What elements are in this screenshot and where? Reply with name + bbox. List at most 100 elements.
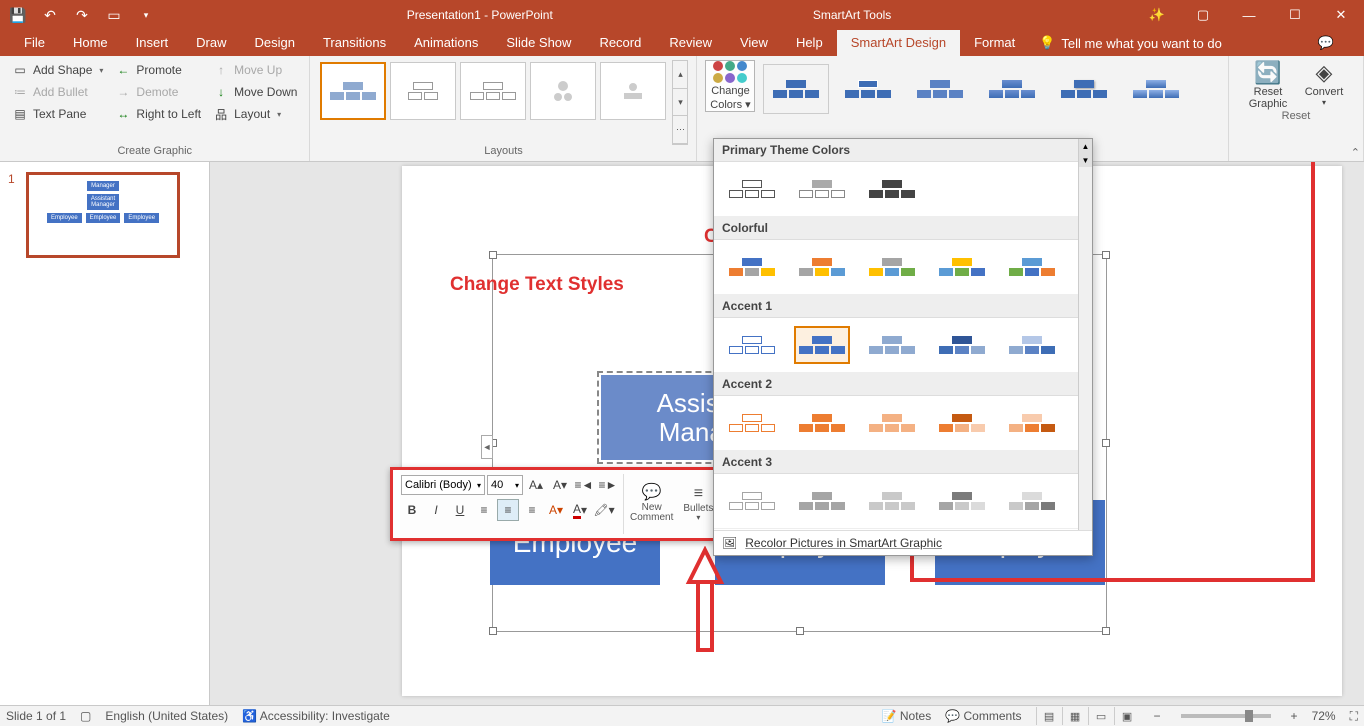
redo-icon[interactable]: ↷ bbox=[68, 3, 96, 27]
scroll-up-icon[interactable]: ▲ bbox=[1079, 139, 1092, 153]
change-colors-button[interactable]: Change Colors ▾ bbox=[705, 60, 755, 112]
tab-help[interactable]: Help bbox=[782, 30, 837, 56]
reading-view-icon[interactable]: ▭ bbox=[1088, 707, 1114, 725]
style-option-2[interactable] bbox=[835, 64, 901, 114]
color-option-accent1-3[interactable] bbox=[864, 326, 920, 364]
color-option-accent3-1[interactable] bbox=[724, 482, 780, 520]
undo-icon[interactable]: ↶ bbox=[36, 3, 64, 27]
color-option-accent2-5[interactable] bbox=[1004, 404, 1060, 442]
bold-button[interactable]: B bbox=[401, 499, 423, 521]
comments-pane-icon[interactable]: 💬 bbox=[1318, 35, 1334, 51]
layout-option-1[interactable] bbox=[320, 62, 386, 120]
color-option-primary-3[interactable] bbox=[864, 170, 920, 208]
promote-button[interactable]: ←Promote bbox=[111, 60, 205, 80]
tab-slideshow[interactable]: Slide Show bbox=[492, 30, 585, 56]
comments-button[interactable]: 💬 Comments bbox=[945, 709, 1021, 723]
layout-option-5[interactable] bbox=[600, 62, 666, 120]
resize-handle[interactable] bbox=[489, 251, 497, 259]
add-shape-button[interactable]: ▭Add Shape bbox=[8, 60, 107, 80]
magic-icon[interactable]: ✨ bbox=[1134, 0, 1180, 30]
ribbon-display-icon[interactable]: ▢ bbox=[1180, 0, 1226, 30]
slideshow-view-icon[interactable]: ▣ bbox=[1114, 707, 1140, 725]
text-pane-toggle-icon[interactable]: ◄ bbox=[481, 435, 493, 459]
tab-view[interactable]: View bbox=[726, 30, 782, 56]
color-option-accent2-1[interactable] bbox=[724, 404, 780, 442]
resize-handle[interactable] bbox=[1102, 439, 1110, 447]
zoom-in-icon[interactable]: + bbox=[1291, 709, 1298, 723]
color-option-accent1-2[interactable] bbox=[794, 326, 850, 364]
new-comment-button[interactable]: 💬New Comment bbox=[626, 474, 677, 534]
color-option-accent3-2[interactable] bbox=[794, 482, 850, 520]
scroll-down-icon[interactable]: ▼ bbox=[1079, 153, 1092, 167]
save-icon[interactable]: 💾 bbox=[4, 3, 32, 27]
underline-button[interactable]: U bbox=[449, 499, 471, 521]
layouts-gallery[interactable] bbox=[318, 60, 668, 145]
resize-handle[interactable] bbox=[1102, 251, 1110, 259]
color-option-accent3-4[interactable] bbox=[934, 482, 990, 520]
zoom-slider[interactable] bbox=[1181, 714, 1271, 718]
text-pane-button[interactable]: ▤Text Pane bbox=[8, 104, 107, 124]
start-from-beginning-icon[interactable]: ▭ bbox=[100, 3, 128, 27]
resize-handle[interactable] bbox=[489, 627, 497, 635]
accessibility-status[interactable]: ♿ Accessibility: Investigate bbox=[242, 709, 390, 723]
layouts-scrollbar[interactable]: ▴▾⋯ bbox=[672, 60, 688, 145]
color-option-primary-1[interactable] bbox=[724, 170, 780, 208]
move-down-button[interactable]: ↓Move Down bbox=[209, 82, 301, 102]
layout-button[interactable]: 品Layout bbox=[209, 104, 301, 124]
increase-font-icon[interactable]: A▴ bbox=[525, 474, 547, 496]
decrease-font-icon[interactable]: A▾ bbox=[549, 474, 571, 496]
qat-dropdown-icon[interactable]: ▾ bbox=[132, 3, 160, 27]
color-option-accent2-3[interactable] bbox=[864, 404, 920, 442]
maximize-button[interactable]: ☐ bbox=[1272, 0, 1318, 30]
tell-me-search[interactable]: 💡 Tell me what you want to do 💬 bbox=[1029, 30, 1364, 56]
color-option-accent1-1[interactable] bbox=[724, 326, 780, 364]
tab-home[interactable]: Home bbox=[59, 30, 122, 56]
color-option-colorful-4[interactable] bbox=[934, 248, 990, 286]
color-option-colorful-2[interactable] bbox=[794, 248, 850, 286]
tab-draw[interactable]: Draw bbox=[182, 30, 240, 56]
tab-format[interactable]: Format bbox=[960, 30, 1029, 56]
color-option-primary-2[interactable] bbox=[794, 170, 850, 208]
tab-transitions[interactable]: Transitions bbox=[309, 30, 400, 56]
tab-file[interactable]: File bbox=[10, 30, 59, 56]
tab-insert[interactable]: Insert bbox=[122, 30, 183, 56]
color-option-accent2-4[interactable] bbox=[934, 404, 990, 442]
color-option-colorful-3[interactable] bbox=[864, 248, 920, 286]
tab-animations[interactable]: Animations bbox=[400, 30, 492, 56]
increase-indent-icon[interactable]: ≡► bbox=[597, 474, 619, 496]
style-option-4[interactable] bbox=[979, 64, 1045, 114]
slide-counter[interactable]: Slide 1 of 1 bbox=[6, 709, 66, 723]
slide-thumbnail-panel[interactable]: 1 Manager Assistant Manager Employee Emp… bbox=[0, 162, 210, 705]
minimize-button[interactable]: — bbox=[1226, 0, 1272, 30]
notes-button[interactable]: 📝 Notes bbox=[882, 709, 932, 723]
resize-handle[interactable] bbox=[796, 627, 804, 635]
gallery-scrollbar[interactable]: ▲ ▼ bbox=[1078, 139, 1092, 531]
close-button[interactable]: ✕ bbox=[1318, 0, 1364, 30]
reset-graphic-button[interactable]: 🔄Reset Graphic bbox=[1243, 60, 1293, 110]
style-option-1[interactable] bbox=[763, 64, 829, 114]
italic-button[interactable]: I bbox=[425, 499, 447, 521]
recolor-pictures-button[interactable]: 🖼 Recolor Pictures in SmartArt Graphic bbox=[714, 530, 1092, 555]
font-color-icon[interactable]: A▾ bbox=[569, 499, 591, 521]
align-right-icon[interactable]: ≡ bbox=[521, 499, 543, 521]
right-to-left-button[interactable]: ↔Right to Left bbox=[111, 104, 205, 124]
layout-option-4[interactable] bbox=[530, 62, 596, 120]
zoom-slider-thumb[interactable] bbox=[1245, 710, 1253, 722]
resize-handle[interactable] bbox=[1102, 627, 1110, 635]
font-family-combo[interactable]: Calibri (Body)▾ bbox=[401, 475, 485, 495]
color-option-colorful-5[interactable] bbox=[1004, 248, 1060, 286]
color-option-accent1-5[interactable] bbox=[1004, 326, 1060, 364]
color-option-accent1-4[interactable] bbox=[934, 326, 990, 364]
collapse-ribbon-icon[interactable]: ⌃ bbox=[1351, 146, 1360, 159]
spell-check-icon[interactable]: ▢ bbox=[80, 709, 91, 723]
font-size-combo[interactable]: 40▾ bbox=[487, 475, 523, 495]
layout-option-3[interactable] bbox=[460, 62, 526, 120]
styles-gallery[interactable] bbox=[759, 60, 1193, 118]
slide-thumbnail-1[interactable]: Manager Assistant Manager Employee Emplo… bbox=[26, 172, 180, 258]
align-center-icon[interactable]: ≡ bbox=[497, 499, 519, 521]
align-left-icon[interactable]: ≡ bbox=[473, 499, 495, 521]
style-option-3[interactable] bbox=[907, 64, 973, 114]
fit-to-window-icon[interactable]: ⛶ bbox=[1350, 709, 1358, 724]
color-option-accent3-5[interactable] bbox=[1004, 482, 1060, 520]
language-status[interactable]: English (United States) bbox=[105, 709, 228, 723]
